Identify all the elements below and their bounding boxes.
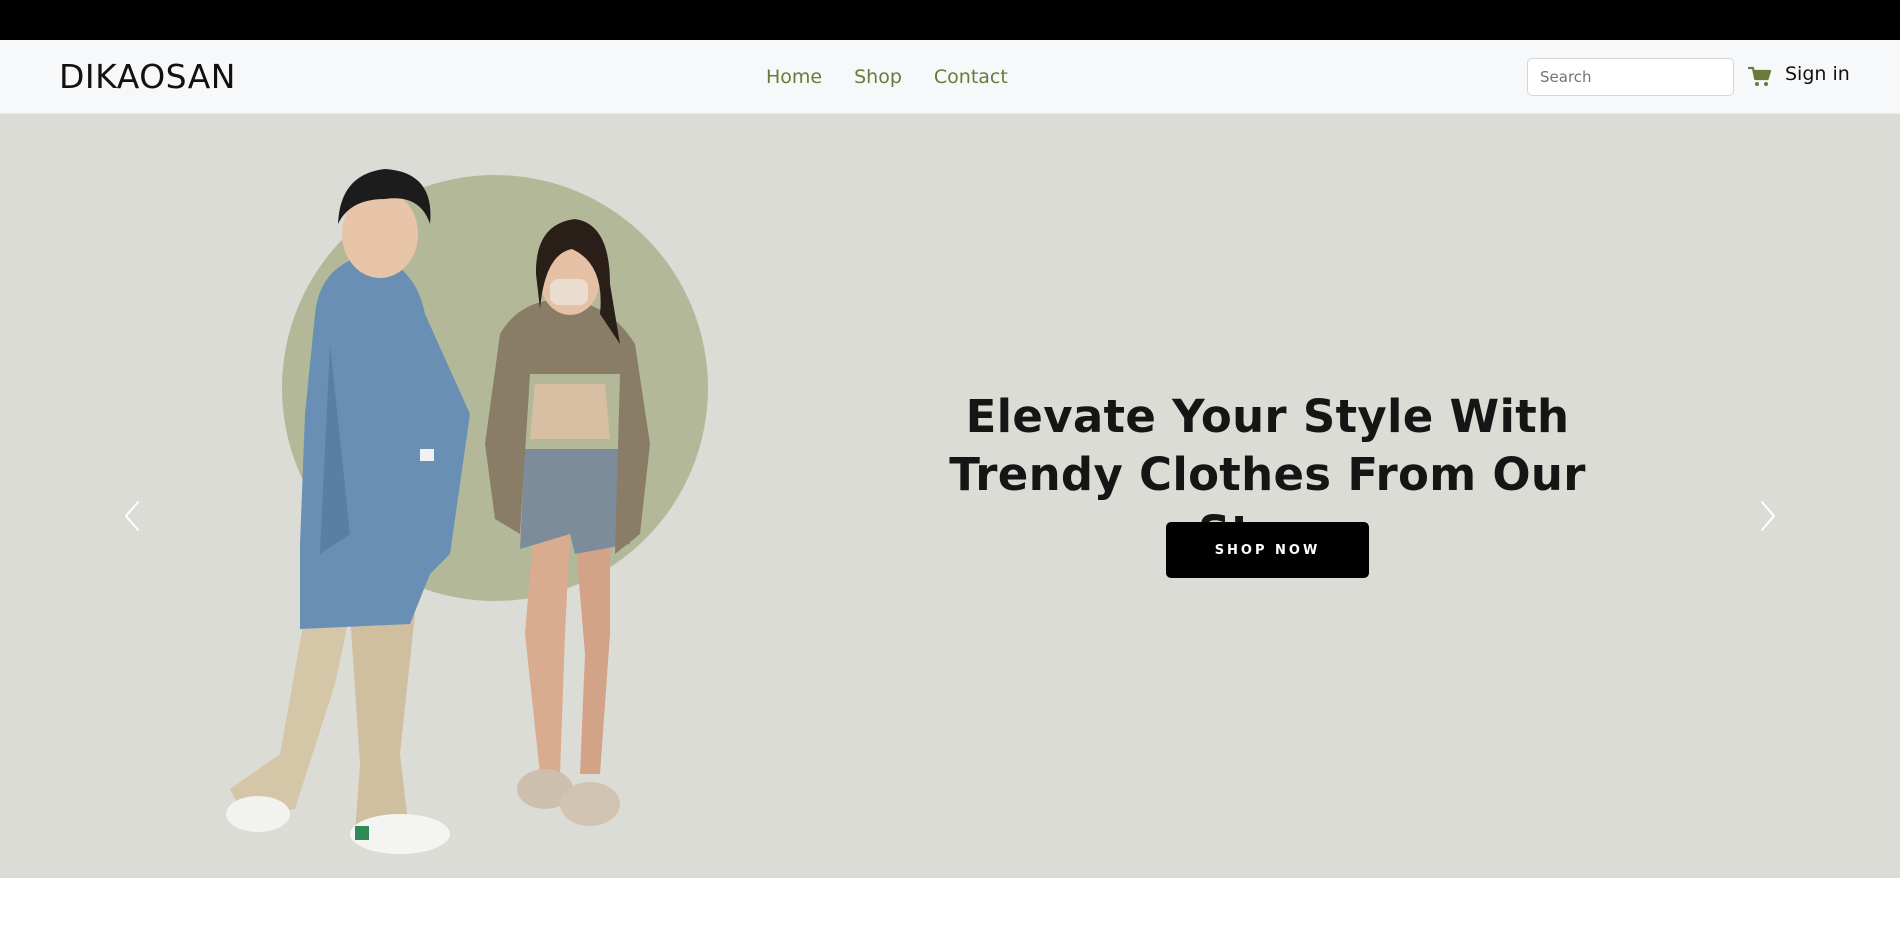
chevron-left-icon[interactable] bbox=[112, 486, 152, 546]
nav-contact[interactable]: Contact bbox=[934, 66, 1008, 88]
brand-logo[interactable]: DIKAOSAN bbox=[59, 57, 236, 96]
chevron-right-icon[interactable] bbox=[1748, 486, 1788, 546]
shop-now-button[interactable]: SHOP NOW bbox=[1166, 522, 1369, 578]
page-content-below bbox=[0, 878, 1900, 942]
search-input[interactable] bbox=[1527, 58, 1734, 96]
nav-home[interactable]: Home bbox=[766, 66, 822, 88]
main-nav: Home Shop Contact bbox=[766, 66, 1008, 88]
top-bar bbox=[0, 0, 1900, 40]
hero-models-image bbox=[226, 169, 708, 854]
shopping-cart-icon[interactable] bbox=[1748, 65, 1772, 89]
sign-in-link[interactable]: Sign in bbox=[1785, 63, 1850, 85]
navbar: DIKAOSAN Home Shop Contact Sign in bbox=[0, 40, 1900, 114]
nav-shop[interactable]: Shop bbox=[854, 66, 902, 88]
hero-carousel: Elevate Your Style With Trendy Clothes F… bbox=[0, 114, 1900, 878]
